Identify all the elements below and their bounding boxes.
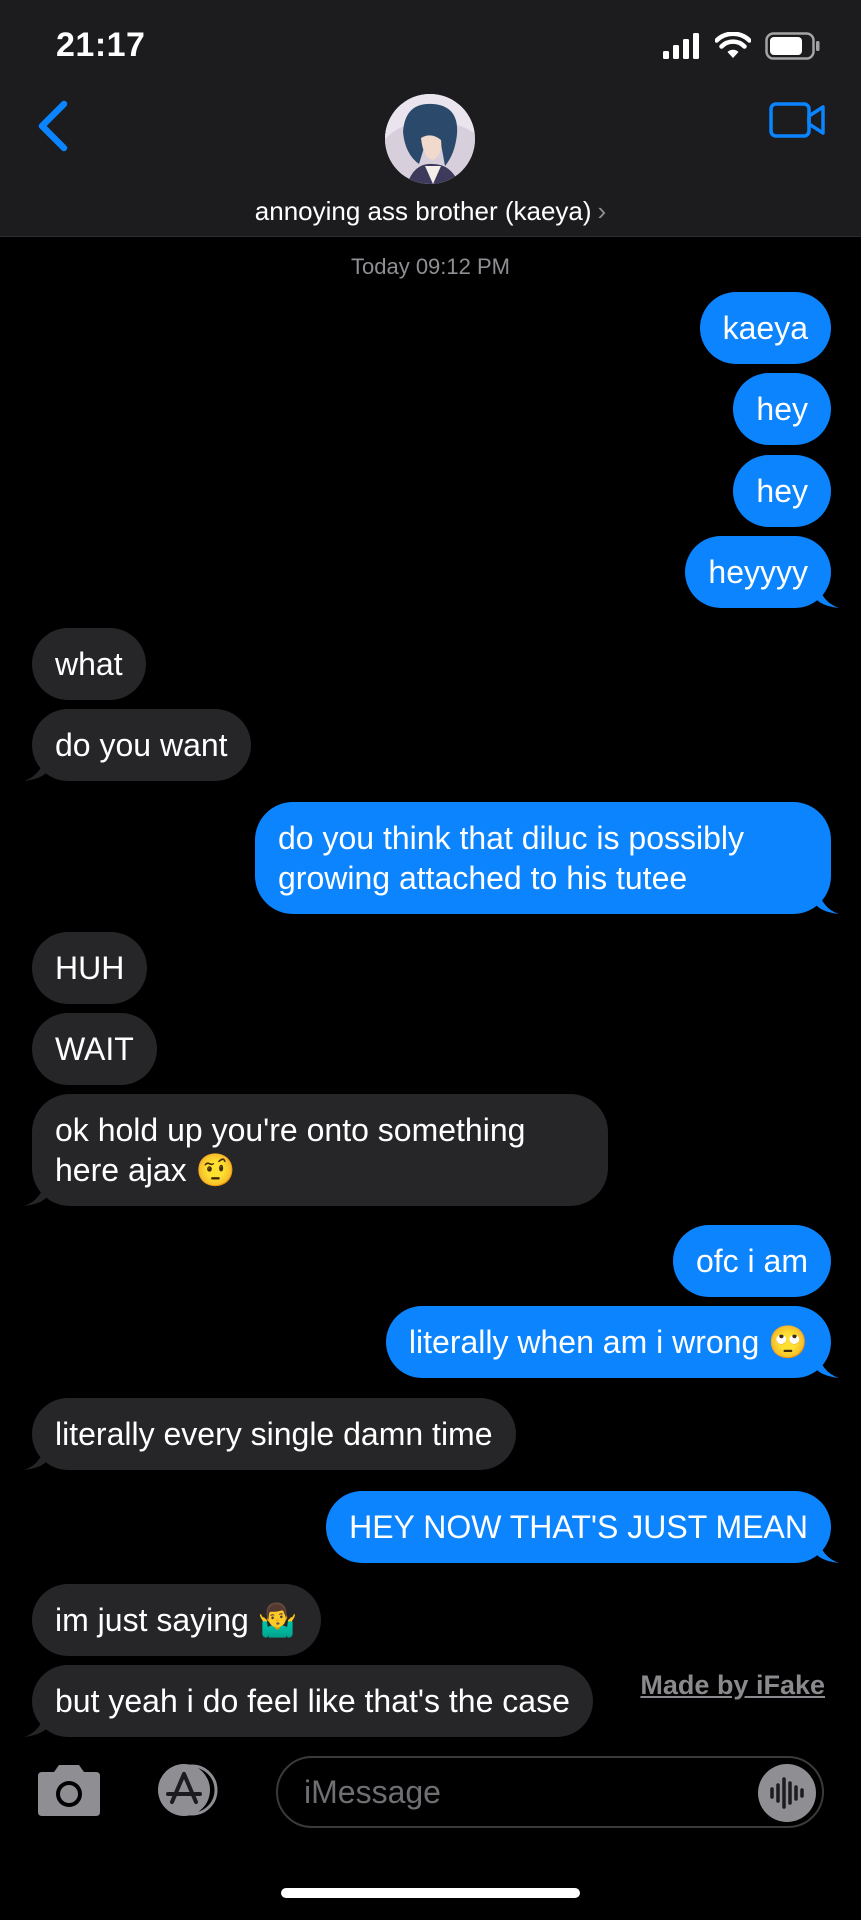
audio-message-button[interactable] xyxy=(758,1764,816,1822)
message-text: hey xyxy=(756,473,808,509)
bubble-tail xyxy=(817,1535,839,1563)
app-store-button[interactable] xyxy=(150,1762,232,1818)
contact-name-label: annoying ass brother (kaeya) xyxy=(254,196,592,226)
contact-avatar[interactable] xyxy=(385,94,475,184)
message-bubble-outgoing[interactable]: ofc i am xyxy=(672,1225,831,1297)
watermark-text: Made by iFake xyxy=(640,1670,825,1700)
message-text: HEY NOW THAT'S JUST MEAN xyxy=(349,1509,808,1545)
message-bubble-outgoing[interactable]: hey xyxy=(733,455,831,527)
message-bubble-incoming[interactable]: im just saying 🤷‍♂️ xyxy=(32,1584,321,1656)
bubble-tail xyxy=(24,1442,46,1470)
message-text: do you want xyxy=(55,727,228,763)
app-store-icon xyxy=(158,1764,218,1816)
message-text: hey xyxy=(756,391,808,427)
message-bubble-incoming[interactable]: what xyxy=(32,628,146,700)
status-time: 21:17 xyxy=(56,26,146,64)
navigation-header: 21:17 annoying ass brother (kaeya) › xyxy=(0,0,861,237)
bubble-tail xyxy=(817,580,839,608)
message-bubble-outgoing[interactable]: literally when am i wrong 🙄 xyxy=(385,1306,839,1378)
message-bubble-incoming[interactable]: literally every single damn time xyxy=(24,1398,516,1470)
bubble-tail xyxy=(24,1178,46,1206)
message-bubble-incoming[interactable]: WAIT xyxy=(32,1013,157,1085)
imessage-input-field[interactable] xyxy=(276,1756,824,1828)
home-indicator[interactable] xyxy=(281,1888,580,1898)
message-text: ok hold up you're onto something here aj… xyxy=(55,1112,526,1188)
message-bubble-outgoing[interactable]: do you think that diluc is possibly grow… xyxy=(255,802,839,914)
message-input[interactable] xyxy=(304,1774,744,1811)
avatar-image xyxy=(385,94,475,184)
camera-button[interactable] xyxy=(34,1762,104,1818)
message-text: what xyxy=(55,646,123,682)
message-text: im just saying 🤷‍♂️ xyxy=(55,1602,298,1638)
message-text: literally when am i wrong 🙄 xyxy=(408,1324,808,1360)
message-text: but yeah i do feel like that's the case xyxy=(55,1683,570,1719)
message-text: heyyyy xyxy=(708,554,808,590)
message-bubble-outgoing[interactable]: kaeya xyxy=(699,292,831,364)
bubble-tail xyxy=(24,753,46,781)
cellular-signal-icon xyxy=(663,33,699,59)
chevron-right-icon: › xyxy=(597,196,607,226)
contact-name[interactable]: annoying ass brother (kaeya) › xyxy=(0,196,861,227)
battery-icon xyxy=(765,32,820,60)
camera-icon xyxy=(38,1765,100,1816)
video-camera-icon xyxy=(769,102,825,138)
message-text: HUH xyxy=(55,950,125,986)
message-bubble-outgoing[interactable]: hey xyxy=(733,373,831,445)
message-text: ofc i am xyxy=(695,1243,808,1279)
bubble-tail xyxy=(817,1350,839,1378)
audio-waveform-icon xyxy=(770,1777,804,1809)
message-text: do you think that diluc is possibly grow… xyxy=(278,820,745,896)
bubble-tail xyxy=(24,1709,46,1737)
message-bubble-outgoing[interactable]: HEY NOW THAT'S JUST MEAN xyxy=(326,1491,839,1563)
conversation-timestamp: Today 09:12 PM xyxy=(351,254,510,279)
message-text: literally every single damn time xyxy=(55,1416,493,1452)
back-button[interactable] xyxy=(32,98,76,154)
chevron-left-icon xyxy=(38,100,68,152)
message-bubble-incoming[interactable]: but yeah i do feel like that's the case xyxy=(24,1665,593,1737)
message-bubble-outgoing[interactable]: heyyyy xyxy=(685,536,839,608)
message-bubble-incoming[interactable]: ok hold up you're onto something here aj… xyxy=(24,1094,608,1206)
message-text: WAIT xyxy=(55,1031,134,1067)
message-bubble-incoming[interactable]: do you want xyxy=(24,709,251,781)
message-text: kaeya xyxy=(722,310,808,346)
video-call-button[interactable] xyxy=(769,100,827,140)
status-icons xyxy=(663,30,821,62)
wifi-icon xyxy=(715,32,751,58)
message-bubble-incoming[interactable]: HUH xyxy=(32,932,148,1004)
bubble-tail xyxy=(817,886,839,914)
